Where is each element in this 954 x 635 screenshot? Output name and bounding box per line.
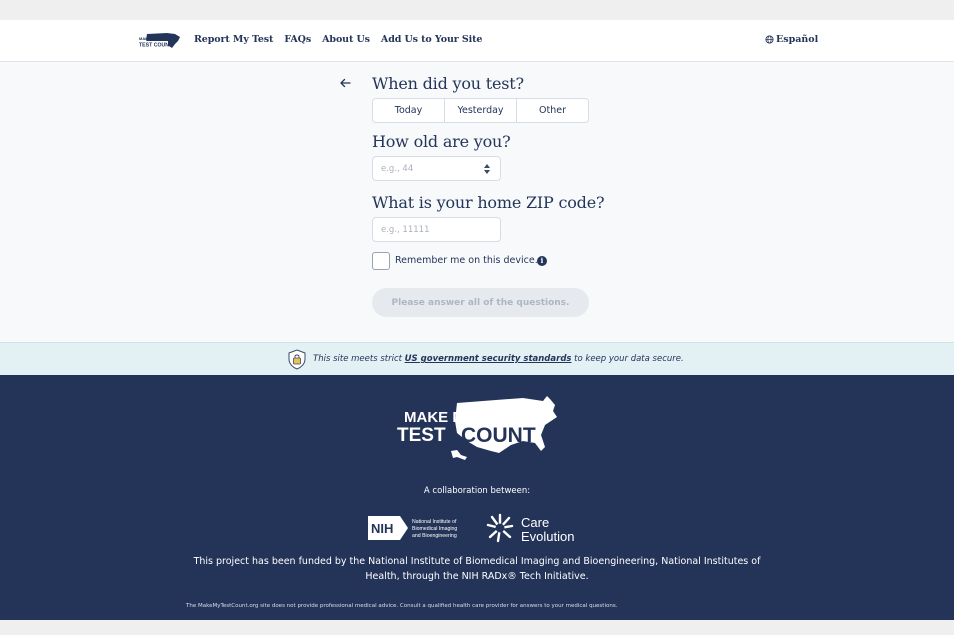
site-logo[interactable]: MAKE MY TEST COUNT bbox=[137, 32, 182, 50]
info-icon[interactable]: i bbox=[537, 256, 547, 266]
globe-icon bbox=[765, 35, 774, 44]
footer-logo: MAKE MY TEST COUNT bbox=[397, 396, 557, 460]
language-toggle[interactable]: Español bbox=[765, 34, 818, 45]
nav-faqs[interactable]: FAQs bbox=[284, 34, 311, 45]
logo-text-top: MAKE MY bbox=[139, 36, 158, 41]
medical-disclaimer: The MakeMyTestCount.org site does not pr… bbox=[186, 603, 618, 609]
logo-text-bottom: TEST COUNT bbox=[139, 43, 173, 49]
remember-checkbox[interactable] bbox=[372, 252, 390, 270]
funding-statement: This project has been funded by the Nati… bbox=[193, 556, 761, 582]
care-evolution-logo[interactable]: Care Evolution bbox=[486, 512, 596, 544]
footer-logo-count: COUNT bbox=[461, 424, 536, 447]
security-prefix: This site meets strict bbox=[313, 354, 405, 364]
page: MAKE MY TEST COUNT Report My Test FAQs A… bbox=[0, 20, 954, 620]
nih-line-2: Biomedical Imaging bbox=[412, 526, 457, 532]
ce-line-1: Care bbox=[521, 515, 549, 530]
footer-logo-test: TEST bbox=[397, 425, 446, 446]
option-other[interactable]: Other bbox=[517, 99, 588, 122]
option-today[interactable]: Today bbox=[373, 99, 445, 122]
stepper-arrows-icon[interactable] bbox=[483, 163, 491, 175]
nav-add-us[interactable]: Add Us to Your Site bbox=[381, 34, 483, 45]
zip-input[interactable] bbox=[372, 217, 501, 242]
site-header: MAKE MY TEST COUNT Report My Test FAQs A… bbox=[0, 20, 954, 62]
nih-line-1: National Institute of bbox=[412, 519, 457, 525]
nih-badge-text: NIH bbox=[371, 521, 393, 536]
back-arrow-icon[interactable] bbox=[339, 77, 351, 89]
site-footer: MAKE MY TEST COUNT A collaboration betwe… bbox=[0, 375, 954, 620]
security-text: This site meets strict US government sec… bbox=[313, 354, 684, 364]
question-zip: What is your home ZIP code? bbox=[372, 193, 605, 212]
nih-logo[interactable]: NIH National Institute of Biomedical Ima… bbox=[368, 514, 478, 542]
nih-line-3: and Bioengineering bbox=[412, 533, 457, 539]
question-test-date: When did you test? bbox=[372, 74, 524, 93]
language-label: Español bbox=[776, 34, 819, 45]
security-banner: This site meets strict US government sec… bbox=[0, 342, 954, 375]
shield-lock-icon bbox=[288, 349, 306, 370]
nav-about-us[interactable]: About Us bbox=[322, 34, 370, 45]
security-standards-link[interactable]: US government security standards bbox=[405, 354, 572, 364]
nav-report-my-test[interactable]: Report My Test bbox=[194, 34, 273, 45]
remember-label: Remember me on this device. bbox=[395, 255, 538, 266]
option-yesterday[interactable]: Yesterday bbox=[445, 99, 517, 122]
age-input[interactable] bbox=[372, 156, 501, 181]
submit-button[interactable]: Please answer all of the questions. bbox=[372, 288, 589, 317]
main-nav: Report My Test FAQs About Us Add Us to Y… bbox=[194, 34, 482, 45]
question-age: How old are you? bbox=[372, 132, 511, 151]
test-date-selector: Today Yesterday Other bbox=[372, 98, 589, 123]
collaboration-label: A collaboration between: bbox=[423, 486, 531, 496]
security-suffix: to keep your data secure. bbox=[571, 354, 684, 364]
ce-line-2: Evolution bbox=[521, 529, 574, 544]
